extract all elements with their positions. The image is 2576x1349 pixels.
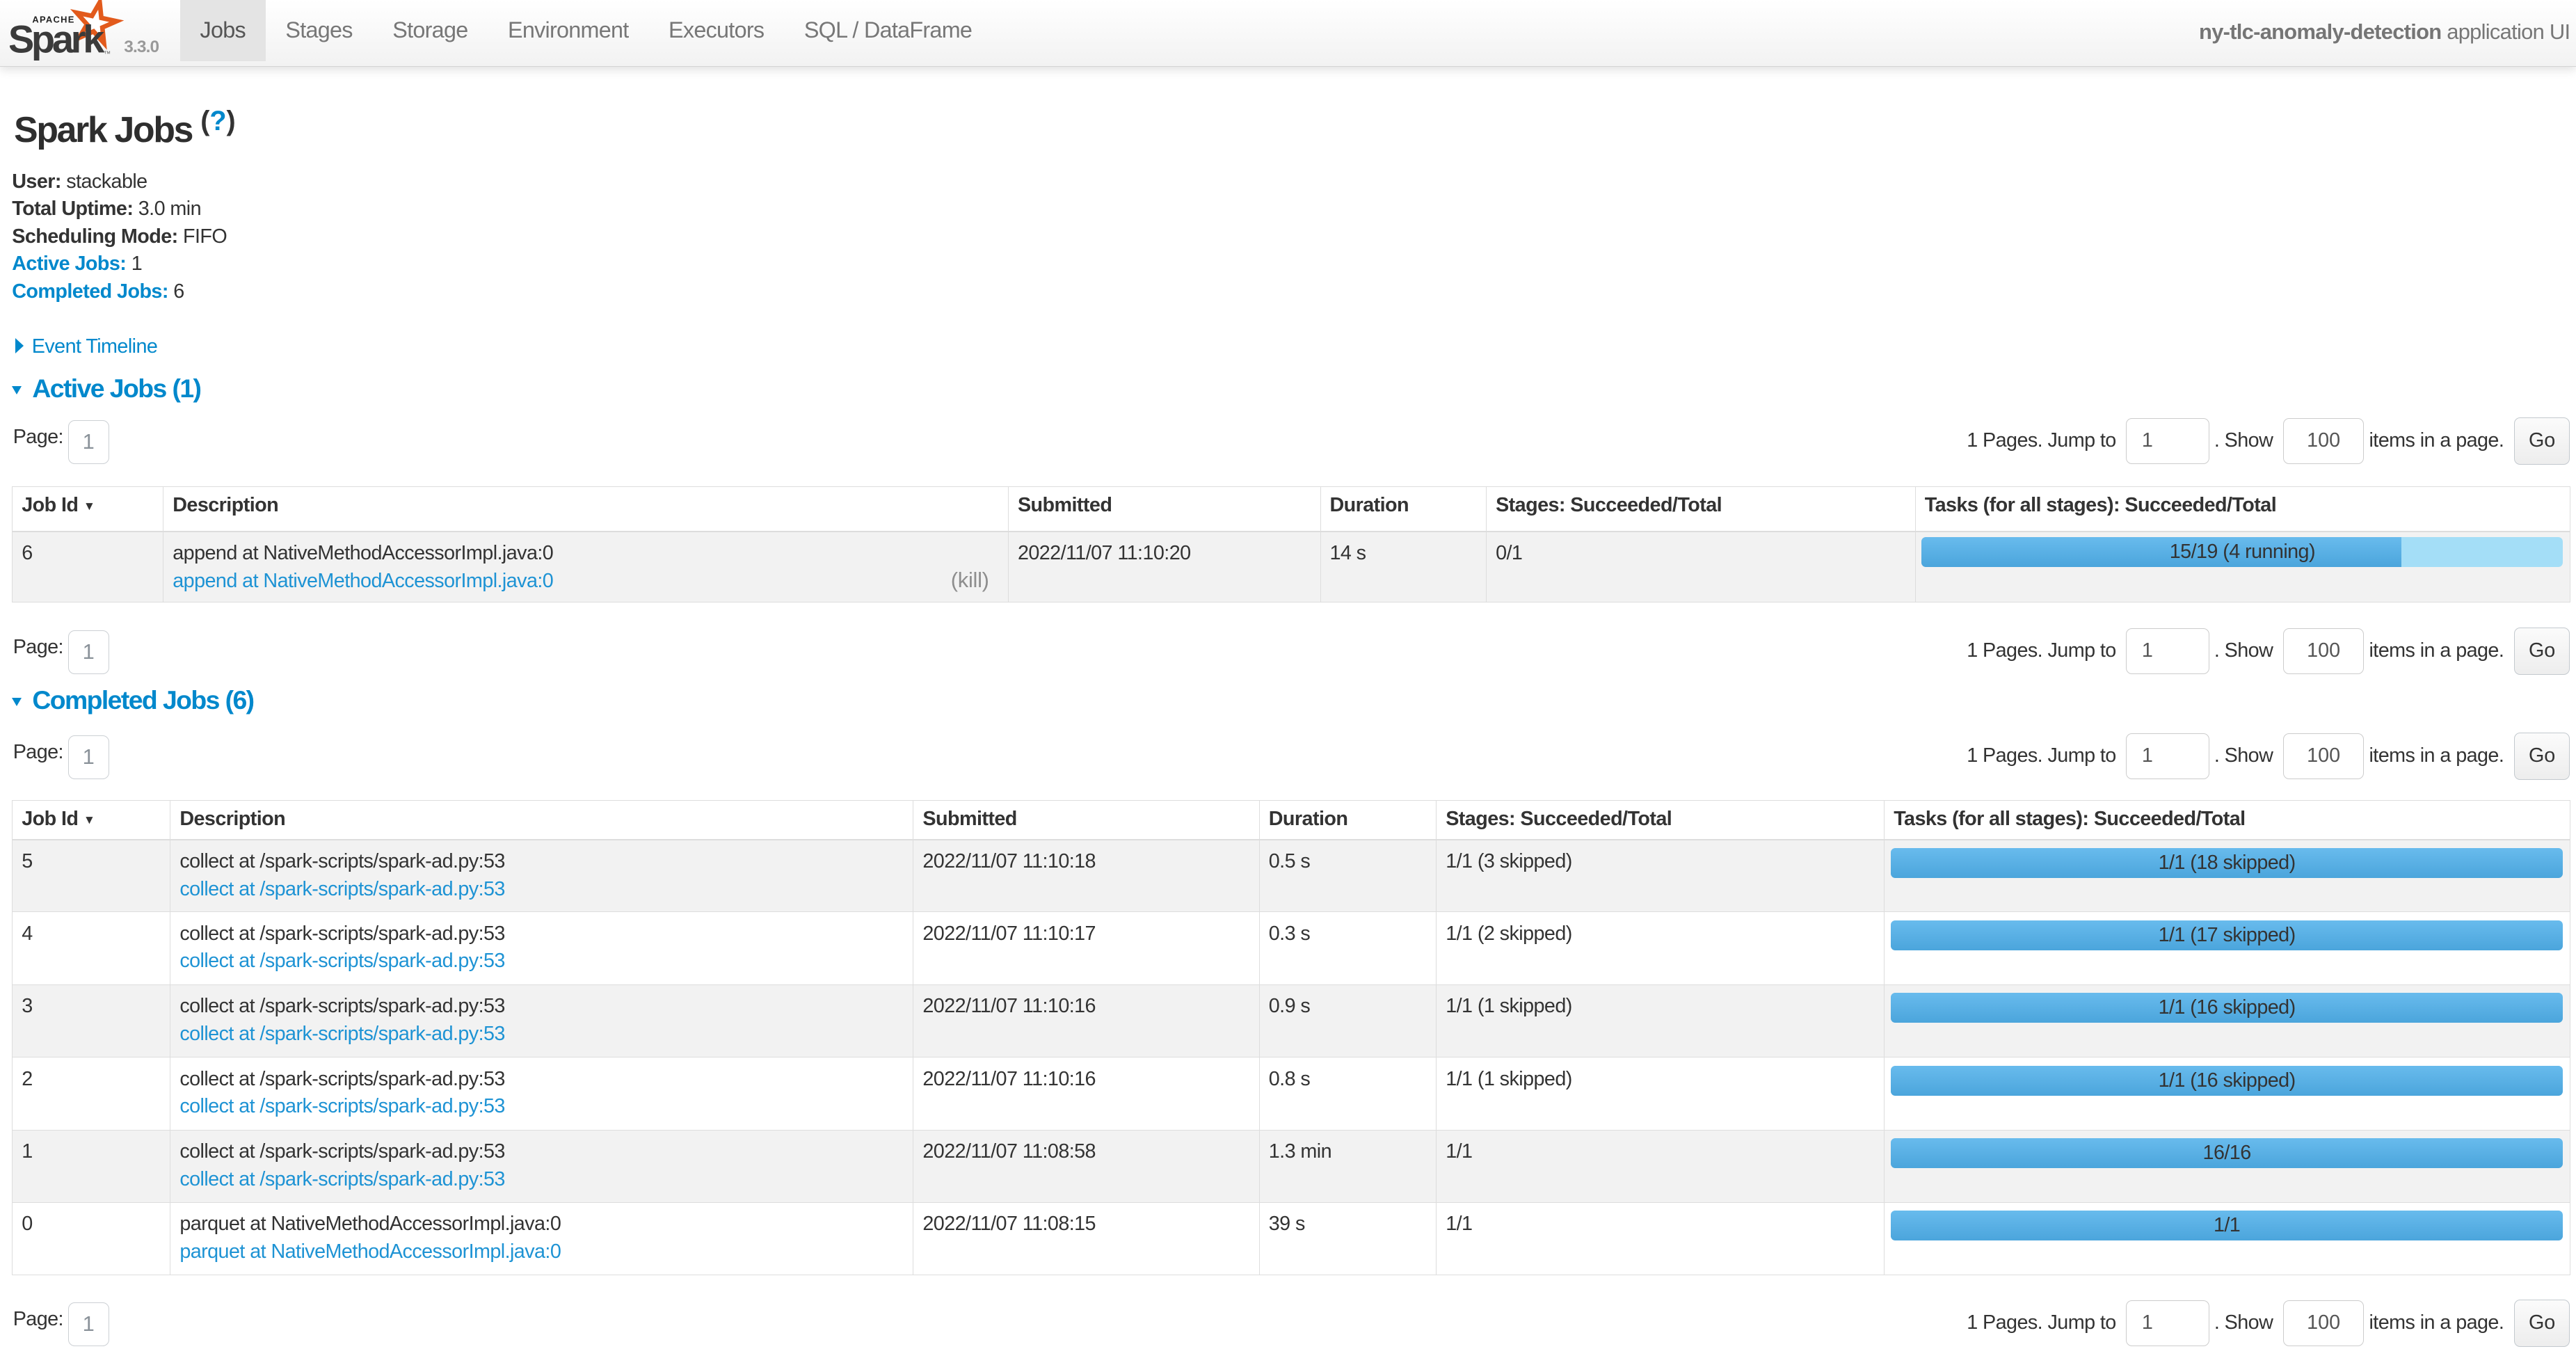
- svg-text:™: ™: [104, 51, 111, 58]
- svg-text:Spark: Spark: [10, 17, 105, 61]
